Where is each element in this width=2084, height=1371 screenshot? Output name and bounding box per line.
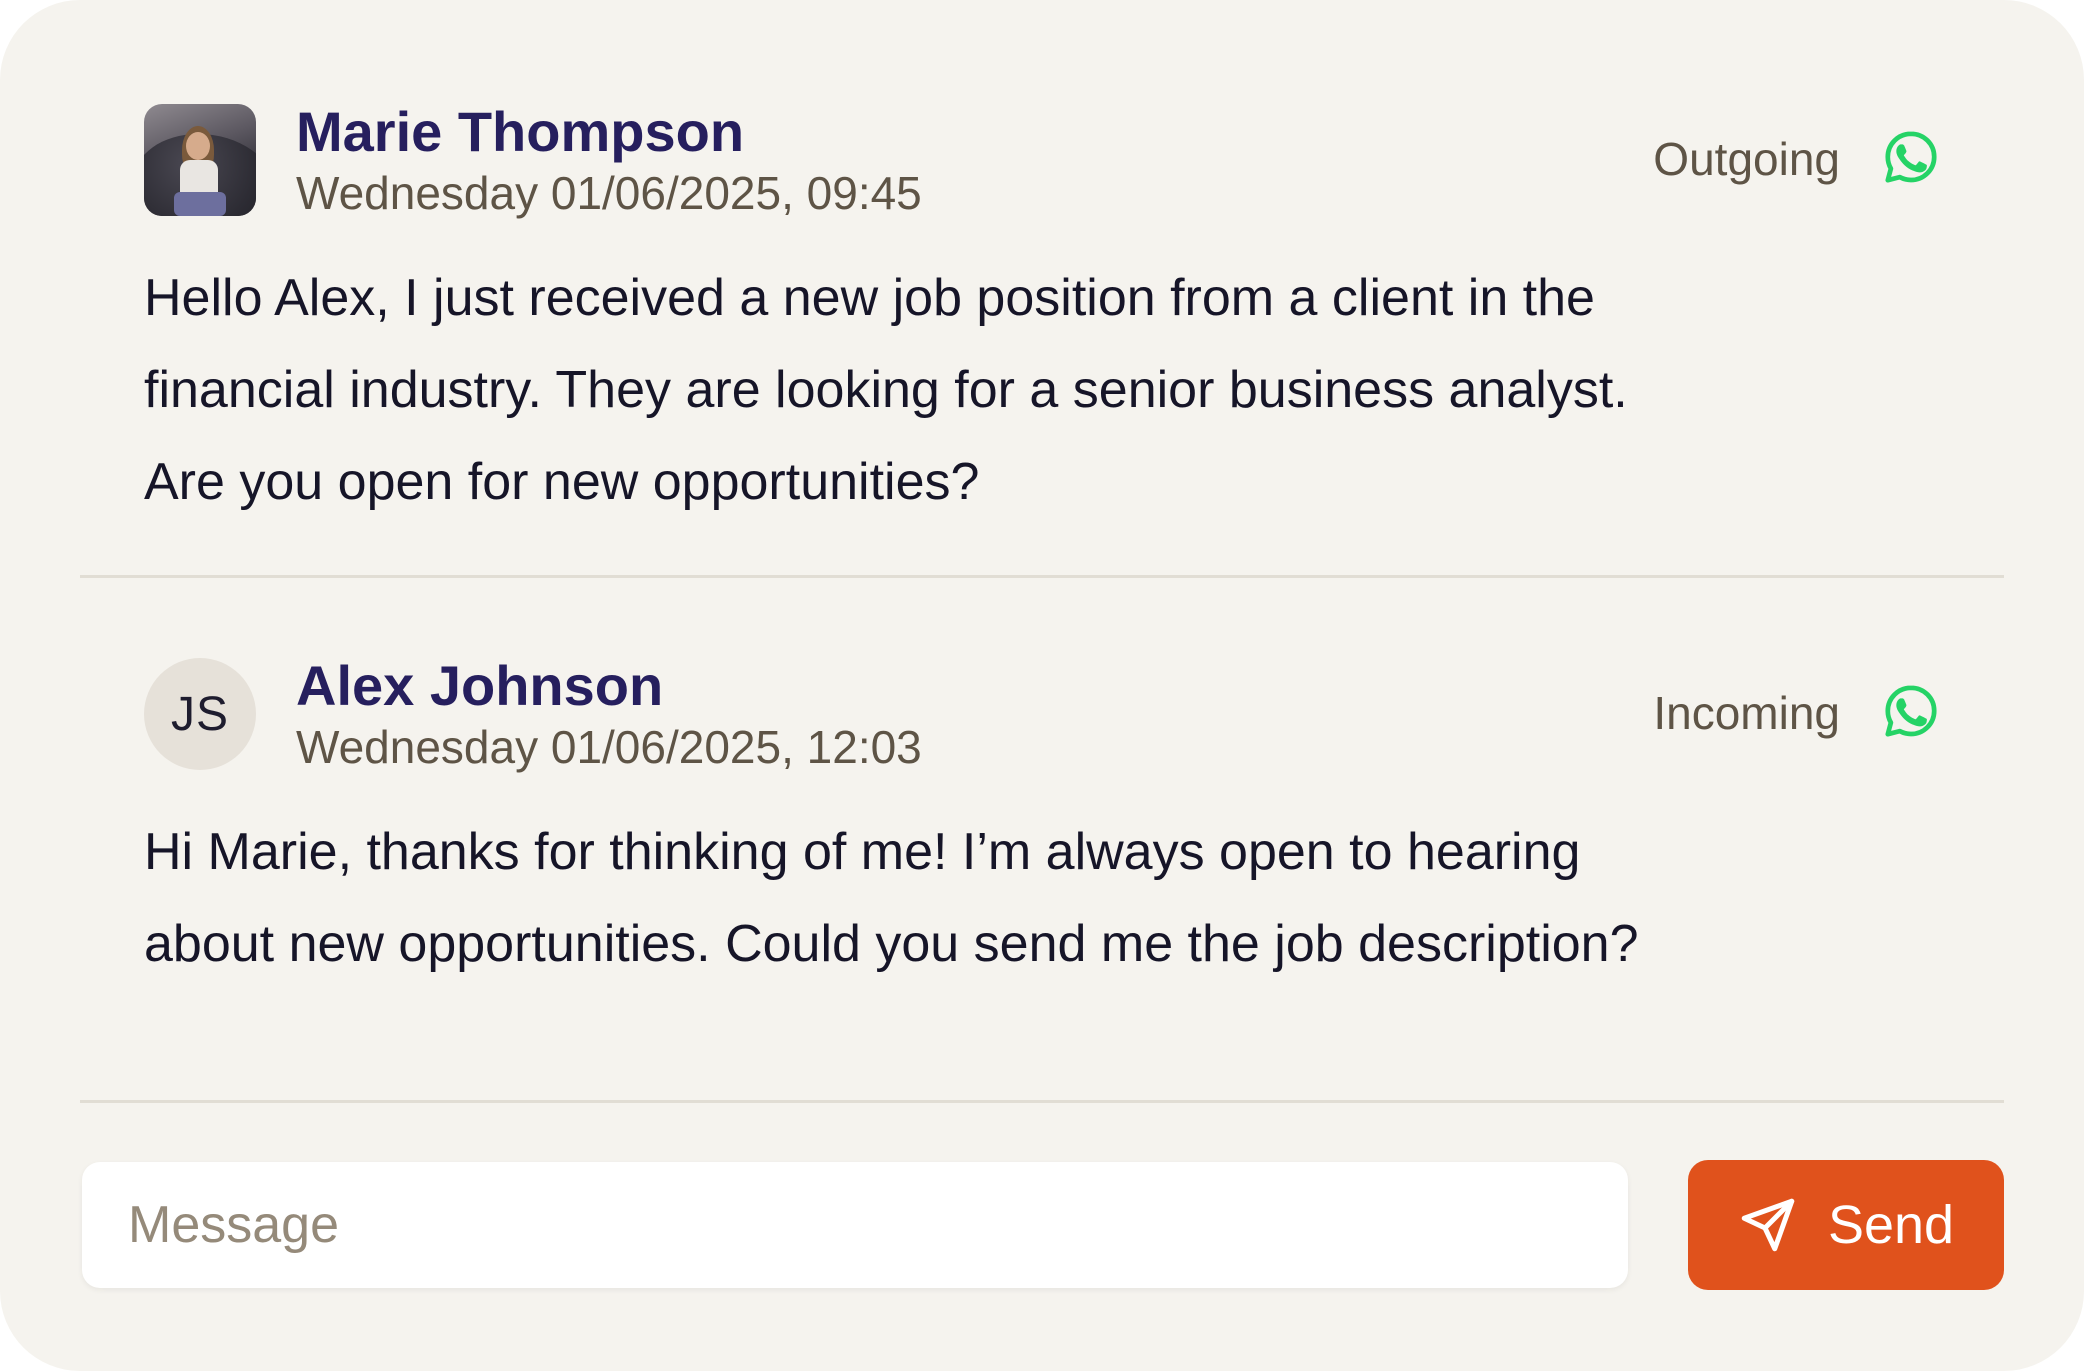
message-body: Hello Alex, I just received a new job po… (144, 252, 1944, 528)
sender-name[interactable]: Alex Johnson (296, 652, 663, 719)
message-header: JS Alex Johnson Wednesday 01/06/2025, 12… (144, 654, 1940, 778)
message-body: Hi Marie, thanks for thinking of me! I’m… (144, 806, 1944, 990)
divider (80, 1100, 2004, 1103)
message-input[interactable] (126, 1194, 1584, 1256)
direction-label: Incoming (1653, 687, 1840, 739)
message-timestamp: Wednesday 01/06/2025, 12:03 (296, 721, 922, 773)
avatar[interactable]: JS (144, 658, 256, 770)
message-line: financial industry. They are looking for… (144, 361, 1628, 419)
message-incoming: JS Alex Johnson Wednesday 01/06/2025, 12… (144, 654, 1940, 990)
direction-label: Outgoing (1653, 133, 1840, 185)
message-line: Hi Marie, thanks for thinking of me! I’m… (144, 823, 1581, 881)
message-composer (82, 1162, 1628, 1288)
avatar[interactable] (144, 104, 256, 216)
conversation-card: Marie Thompson Wednesday 01/06/2025, 09:… (0, 0, 2084, 1371)
whatsapp-icon (1882, 682, 1940, 740)
send-button-label: Send (1827, 1195, 1955, 1255)
sender-name[interactable]: Marie Thompson (296, 98, 744, 165)
message-header: Marie Thompson Wednesday 01/06/2025, 09:… (144, 100, 1940, 224)
message-line: about new opportunities. Could you send … (144, 915, 1639, 973)
whatsapp-icon (1882, 128, 1940, 186)
send-button[interactable]: Send (1688, 1160, 2004, 1290)
message-line: Hello Alex, I just received a new job po… (144, 269, 1595, 327)
send-icon (1741, 1198, 1795, 1252)
divider (80, 575, 2004, 578)
message-timestamp: Wednesday 01/06/2025, 09:45 (296, 167, 922, 219)
message-line: Are you open for new opportunities? (144, 453, 980, 511)
message-outgoing: Marie Thompson Wednesday 01/06/2025, 09:… (144, 100, 1940, 528)
